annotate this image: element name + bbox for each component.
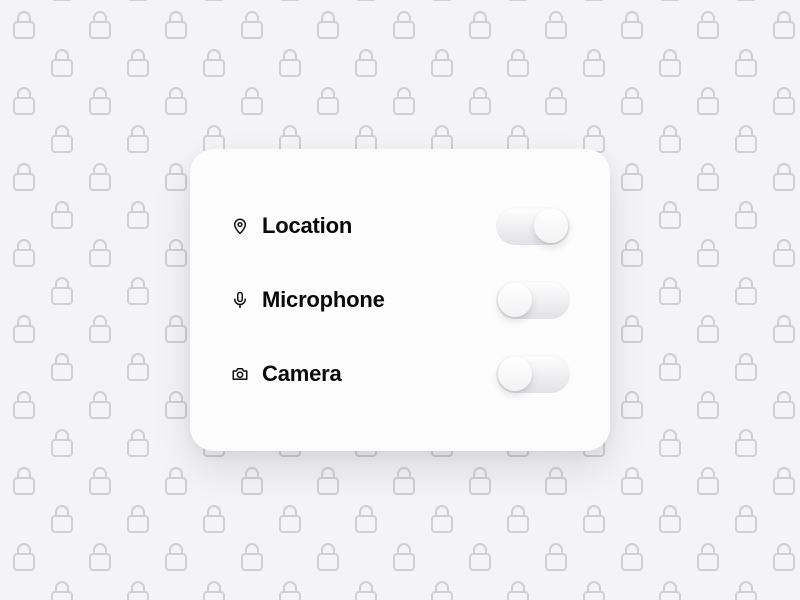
toggle-location[interactable] [496,207,570,245]
microphone-icon [230,290,250,310]
permission-left: Microphone [230,287,385,313]
permission-label: Microphone [262,287,385,313]
toggle-knob [534,209,568,243]
camera-icon [230,364,250,384]
permission-row-camera: Camera [230,337,570,411]
toggle-knob [498,357,532,391]
permission-label: Location [262,213,352,239]
permission-label: Camera [262,361,342,387]
location-pin-icon [230,216,250,236]
permission-row-microphone: Microphone [230,263,570,337]
permissions-card: Location Microphone Camera [190,149,610,451]
permission-left: Location [230,213,352,239]
toggle-microphone[interactable] [496,281,570,319]
permission-row-location: Location [230,189,570,263]
permission-left: Camera [230,361,342,387]
toggle-knob [498,283,532,317]
toggle-camera[interactable] [496,355,570,393]
